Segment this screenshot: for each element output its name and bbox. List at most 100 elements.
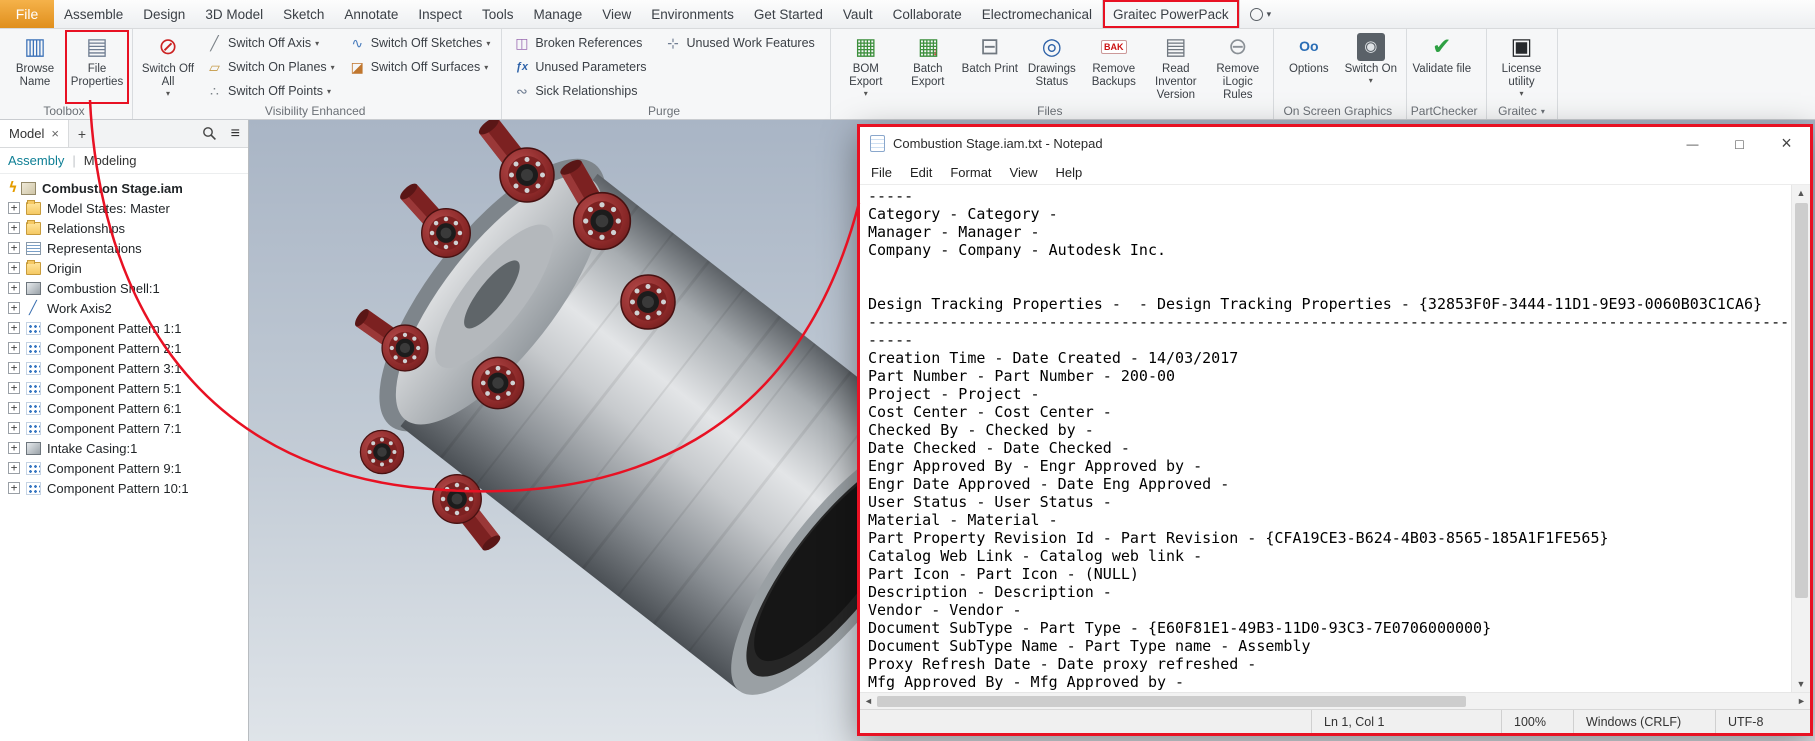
ribbon-tab[interactable]: View xyxy=(592,0,641,28)
tree-item[interactable]: + Relationships xyxy=(0,218,248,238)
ribbon-small-button[interactable]: Unused Work Features xyxy=(658,31,826,55)
expander-icon[interactable]: + xyxy=(8,442,20,454)
ribbon-large-button[interactable]: Remove Backups xyxy=(1083,31,1145,103)
ribbon-tab[interactable]: Inspect xyxy=(408,0,472,28)
tree-item[interactable]: + Intake Casing:1 xyxy=(0,438,248,458)
ribbon-large-button[interactable]: Validate file xyxy=(1411,31,1473,103)
ribbon-large-button[interactable]: File Properties xyxy=(66,31,128,103)
browser-subtabs: Assembly | Modeling xyxy=(0,148,248,174)
tree-item[interactable]: + Component Pattern 7:1 xyxy=(0,418,248,438)
ribbon-tab[interactable]: Tools xyxy=(472,0,524,28)
ribbon-small-button[interactable]: Unused Parameters xyxy=(506,55,657,79)
notepad-menu-item[interactable]: File xyxy=(862,165,901,180)
tree-item[interactable]: + Component Pattern 1:1 xyxy=(0,318,248,338)
expander-icon[interactable]: + xyxy=(8,242,20,254)
ribbon-tab[interactable]: 3D Model xyxy=(195,0,273,28)
tab-modeling[interactable]: Modeling xyxy=(84,153,137,168)
expander-icon[interactable]: + xyxy=(8,402,20,414)
ribbon-small-button[interactable]: Switch Off Surfaces ▾ xyxy=(342,55,498,79)
ribbon-large-button[interactable]: Batch Export xyxy=(897,31,959,103)
notepad-menu-item[interactable]: Help xyxy=(1046,165,1091,180)
tree-item[interactable]: + Component Pattern 9:1 xyxy=(0,458,248,478)
notepad-menu-item[interactable]: Format xyxy=(941,165,1000,180)
tree-item[interactable]: + Origin xyxy=(0,258,248,278)
ribbon-large-button[interactable]: Read Inventor Version xyxy=(1145,31,1207,103)
expander-icon[interactable]: + xyxy=(8,362,20,374)
notepad-menu-item[interactable]: Edit xyxy=(901,165,941,180)
ribbon-large-button[interactable]: Browse Name xyxy=(4,31,66,103)
expander-icon[interactable]: ϟ xyxy=(8,182,18,194)
ribbon-button-icon xyxy=(349,35,366,52)
horizontal-scrollbar[interactable] xyxy=(860,692,1810,709)
tab-model[interactable]: Model × xyxy=(0,120,69,147)
ribbon-large-button[interactable]: Switch Off All ▾ xyxy=(137,31,199,103)
expander-icon[interactable]: + xyxy=(8,262,20,274)
maximize-button[interactable] xyxy=(1716,127,1763,160)
close-button[interactable] xyxy=(1763,127,1810,160)
scrollbar-thumb[interactable] xyxy=(1795,203,1808,598)
tab-assembly[interactable]: Assembly xyxy=(8,153,64,168)
ribbon-button-icon xyxy=(513,59,530,76)
expander-icon[interactable]: + xyxy=(8,202,20,214)
ribbon-tab[interactable]: Vault xyxy=(833,0,883,28)
expander-icon[interactable]: + xyxy=(8,302,20,314)
notepad-titlebar[interactable]: Combustion Stage.iam.txt - Notepad xyxy=(860,127,1810,160)
ribbon-tab[interactable]: Environments xyxy=(641,0,744,28)
expander-icon[interactable]: + xyxy=(8,222,20,234)
ribbon-large-button[interactable]: BOM Export ▾ xyxy=(835,31,897,103)
expander-icon[interactable]: + xyxy=(8,282,20,294)
ribbon-small-button[interactable]: Switch Off Sketches ▾ xyxy=(342,31,498,55)
notepad-text-area[interactable]: ----- Category - Category - Manager - Ma… xyxy=(860,185,1791,692)
ribbon-small-button[interactable]: Broken References xyxy=(506,31,657,55)
tree-item[interactable]: + Component Pattern 5:1 xyxy=(0,378,248,398)
ribbon-large-button[interactable]: Drawings Status xyxy=(1021,31,1083,103)
scroll-left-icon[interactable] xyxy=(860,693,877,709)
scroll-up-icon[interactable] xyxy=(1792,185,1810,201)
ribbon-small-button[interactable]: Switch Off Points ▾ xyxy=(199,79,342,103)
ribbon-large-button[interactable]: Options xyxy=(1278,31,1340,103)
ribbon-large-button[interactable]: Batch Print xyxy=(959,31,1021,103)
close-icon[interactable]: × xyxy=(51,126,59,141)
scrollbar-thumb[interactable] xyxy=(877,696,1466,707)
add-tab-button[interactable]: + xyxy=(69,120,95,147)
tree-item[interactable]: + Combustion Shell:1 xyxy=(0,278,248,298)
ribbon-small-button[interactable]: Switch On Planes ▾ xyxy=(199,55,342,79)
tree-item[interactable]: + Model States: Master xyxy=(0,198,248,218)
ribbon-display-options-button[interactable]: ▾ xyxy=(1240,0,1282,28)
expander-icon[interactable]: + xyxy=(8,482,20,494)
notepad-menu-item[interactable]: View xyxy=(1001,165,1047,180)
tree-item[interactable]: + Work Axis2 xyxy=(0,298,248,318)
file-menu-button[interactable]: File xyxy=(0,0,54,28)
ribbon-tab[interactable]: Assemble xyxy=(54,0,133,28)
ribbon-tab[interactable]: Design xyxy=(133,0,195,28)
ribbon-small-button[interactable]: Sick Relationships xyxy=(506,79,657,103)
tree-item[interactable]: ϟ Combustion Stage.iam xyxy=(0,178,248,198)
expander-icon[interactable]: + xyxy=(8,382,20,394)
tree-item[interactable]: + Representations xyxy=(0,238,248,258)
scroll-down-icon[interactable] xyxy=(1792,676,1810,692)
ribbon-tab[interactable]: Sketch xyxy=(273,0,334,28)
ribbon-tab[interactable]: Collaborate xyxy=(883,0,972,28)
ribbon-large-button[interactable]: Switch On ▾ xyxy=(1340,31,1402,103)
ribbon-tab[interactable]: Manage xyxy=(523,0,592,28)
ribbon-tab[interactable]: Graitec PowerPack xyxy=(1102,0,1240,28)
ribbon-small-button[interactable]: Switch Off Axis ▾ xyxy=(199,31,342,55)
ribbon-tab[interactable]: Annotate xyxy=(334,0,408,28)
search-icon[interactable] xyxy=(196,120,223,147)
scroll-right-icon[interactable] xyxy=(1793,693,1810,709)
ribbon-large-button[interactable]: License utility ▾ xyxy=(1491,31,1553,103)
ribbon-large-button[interactable]: Remove iLogic Rules xyxy=(1207,31,1269,103)
expander-icon[interactable]: + xyxy=(8,322,20,334)
tree-item[interactable]: + Component Pattern 10:1 xyxy=(0,478,248,498)
tree-item[interactable]: + Component Pattern 6:1 xyxy=(0,398,248,418)
expander-icon[interactable]: + xyxy=(8,342,20,354)
tree-item[interactable]: + Component Pattern 2:1 xyxy=(0,338,248,358)
tree-item[interactable]: + Component Pattern 3:1 xyxy=(0,358,248,378)
ribbon-tab[interactable]: Electromechanical xyxy=(972,0,1102,28)
hamburger-menu-icon[interactable]: ≡ xyxy=(223,120,248,147)
vertical-scrollbar[interactable] xyxy=(1791,185,1810,692)
ribbon-tab[interactable]: Get Started xyxy=(744,0,833,28)
minimize-button[interactable] xyxy=(1669,127,1716,160)
expander-icon[interactable]: + xyxy=(8,462,20,474)
expander-icon[interactable]: + xyxy=(8,422,20,434)
